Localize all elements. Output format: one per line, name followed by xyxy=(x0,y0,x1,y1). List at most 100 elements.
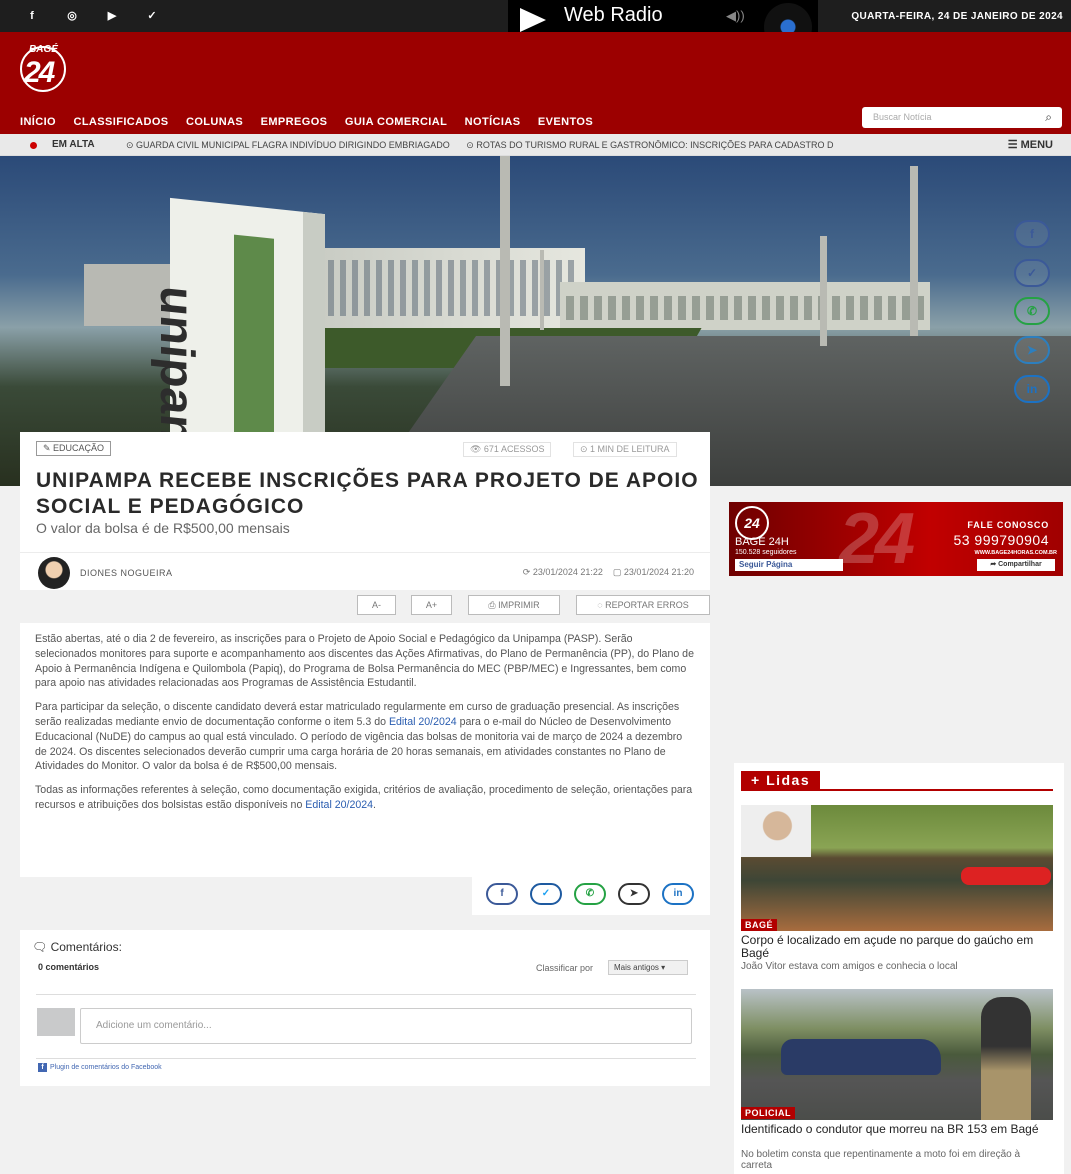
banner-watermark: 24 xyxy=(839,502,915,576)
facebook-icon[interactable]: f xyxy=(24,8,40,24)
search-icon[interactable]: ⌕ xyxy=(1045,110,1052,125)
building xyxy=(560,282,930,330)
facebook-share-icon[interactable]: f xyxy=(486,883,518,905)
category-badge[interactable]: BAGÉ xyxy=(741,919,778,931)
trending-label: EM ALTA xyxy=(52,139,95,150)
article-body: Estão abertas, até o dia 2 de fevereiro,… xyxy=(20,623,710,877)
top-bar: f ◎ ▶ ✓ Web Radio ◀)) QUARTA-FEIRA, 24 D… xyxy=(0,0,1071,51)
nav-inicio[interactable]: INÍCIO xyxy=(20,116,56,128)
article-header: ✎ EDUCAÇÃO 👁 671 ACESSOS ⊙ 1 MIN DE LEIT… xyxy=(20,432,710,590)
facebook-plugin-link[interactable]: f Plugin de comentários do Facebook xyxy=(38,1063,162,1072)
edital-link[interactable]: Edital 20/2024 xyxy=(389,716,457,728)
search-placeholder: Buscar Notícia xyxy=(873,112,932,122)
volume-icon[interactable]: ◀)) xyxy=(726,8,745,24)
most-read-widget: + Lidas BAGÉ Corpo é localizado em açude… xyxy=(734,763,1064,1174)
logo-number: 24 xyxy=(24,56,55,89)
linkedin-share-icon[interactable]: in xyxy=(662,883,694,905)
divider xyxy=(36,1058,696,1059)
utility-pole xyxy=(910,166,918,336)
paragraph-text: . xyxy=(373,798,376,811)
whatsapp-share-icon[interactable]: ✆ xyxy=(1014,297,1050,325)
youtube-icon[interactable]: ▶ xyxy=(104,8,120,24)
font-increase-button[interactable]: A+ xyxy=(411,595,452,615)
play-icon[interactable] xyxy=(520,8,546,32)
nav-guia-comercial[interactable]: GUIA COMERCIAL xyxy=(345,116,447,128)
paragraph: Estão abertas, até o dia 2 de fevereiro,… xyxy=(35,633,694,690)
print-button[interactable]: ⎙ IMPRIMIR xyxy=(468,595,560,615)
current-date: QUARTA-FEIRA, 24 DE JANEIRO DE 2024 xyxy=(851,11,1063,22)
sort-label: Classificar por xyxy=(536,963,594,973)
sort-select[interactable]: Mais antigos ▾ xyxy=(608,960,688,975)
news-thumbnail[interactable] xyxy=(741,989,1053,1120)
nav-classificados[interactable]: CLASSIFICADOS xyxy=(73,116,168,128)
read-time: ⊙ 1 MIN DE LEITURA xyxy=(573,442,677,457)
web-radio-player: Web Radio ◀)) xyxy=(508,0,818,51)
nav-eventos[interactable]: EVENTOS xyxy=(538,116,593,128)
comments-section: 🗨 Comentários: 0 comentários Classificar… xyxy=(20,930,710,1086)
menu-button[interactable]: ☰ MENU xyxy=(1008,138,1053,151)
trending-ticker: EM ALTA ⊙ GUARDA CIVIL MUNICIPAL FLAGRA … xyxy=(0,134,1071,156)
article-subtitle: O valor da bolsa é de R$500,00 mensais xyxy=(36,520,290,536)
utility-pole xyxy=(500,156,510,386)
live-dot-icon xyxy=(30,142,37,149)
report-errors-button[interactable]: ◌ REPORTAR ERROS xyxy=(576,595,710,615)
utility-pole xyxy=(820,236,827,346)
nav-colunas[interactable]: COLUNAS xyxy=(186,116,243,128)
share-bar: f ✓ ✆ ➤ in xyxy=(472,877,710,915)
instagram-icon[interactable]: ◎ xyxy=(64,8,80,24)
facebook-share-icon[interactable]: f xyxy=(1014,220,1050,248)
whatsapp-share-icon[interactable]: ✆ xyxy=(574,883,606,905)
main-nav: INÍCIO CLASSIFICADOS COLUNAS EMPREGOS GU… xyxy=(20,112,606,130)
divider xyxy=(36,994,696,995)
facebook-icon: f xyxy=(38,1063,47,1072)
building xyxy=(320,248,585,328)
twitter-icon[interactable]: ✓ xyxy=(144,8,160,24)
logo-top-text: BAGÉ xyxy=(29,44,58,55)
news-title[interactable]: Corpo é localizado em açude no parque do… xyxy=(741,934,1051,960)
twitter-share-icon[interactable]: ✓ xyxy=(1014,259,1050,287)
banner-followers: 150.528 seguidores xyxy=(735,549,797,556)
comments-count: 0 comentários xyxy=(38,962,100,972)
edital-link[interactable]: Edital 20/2024 xyxy=(305,799,373,811)
rescue-boat xyxy=(961,867,1051,885)
police-car xyxy=(781,1039,941,1075)
comment-input[interactable]: Adicione um comentário... xyxy=(80,1008,692,1044)
ticker-items: ⊙ GUARDA CIVIL MUNICIPAL FLAGRA INDIVÍDU… xyxy=(126,140,976,154)
category-badge[interactable]: POLICIAL xyxy=(741,1107,795,1119)
site-header: BAGÉ 24 INÍCIO CLASSIFICADOS COLUNAS EMP… xyxy=(0,32,1071,134)
category-tag[interactable]: ✎ EDUCAÇÃO xyxy=(36,441,112,456)
author-name[interactable]: DIONES NOGUEIRA xyxy=(80,568,173,578)
divider xyxy=(741,789,1053,791)
author-row: DIONES NOGUEIRA ⟳ 23/01/2024 21:22 ▢ 23/… xyxy=(20,552,710,589)
updated-date: ⟳ 23/01/2024 21:22 xyxy=(522,567,603,577)
site-logo[interactable]: BAGÉ 24 xyxy=(18,42,96,100)
banner-url: WWW.BAGE24HORAS.COM.BR xyxy=(974,550,1058,556)
font-decrease-button[interactable]: A- xyxy=(357,595,396,615)
news-summary: João Vitor estava com amigos e conhecia … xyxy=(741,961,958,972)
news-title[interactable]: Identificado o condutor que morreu na BR… xyxy=(741,1123,1051,1136)
published-date: ▢ 23/01/2024 21:20 xyxy=(612,567,694,577)
facebook-page-banner[interactable]: 24 24 BAGÉ 24H 150.528 seguidores Seguir… xyxy=(729,502,1063,576)
ticker-item[interactable]: ⊙ ROTAS DO TURISMO RURAL E GASTRONÔMICO:… xyxy=(466,140,833,150)
plugin-label: Plugin de comentários do Facebook xyxy=(50,1064,162,1071)
share-page-button[interactable]: ➦ Compartilhar xyxy=(977,559,1055,571)
person-photo xyxy=(741,805,811,857)
twitter-share-icon[interactable]: ✓ xyxy=(530,883,562,905)
telegram-share-icon[interactable]: ➤ xyxy=(618,883,650,905)
telegram-share-icon[interactable]: ➤ xyxy=(1014,336,1050,364)
search-input[interactable]: Buscar Notícia ⌕ xyxy=(862,107,1062,128)
news-summary: No boletim consta que repentinamente a m… xyxy=(741,1149,1021,1171)
linkedin-share-icon[interactable]: in xyxy=(1014,375,1050,403)
news-thumbnail[interactable] xyxy=(741,805,1053,931)
paragraph: Para participar da seleção, o discente c… xyxy=(35,700,694,774)
ticker-item[interactable]: ⊙ GUARDA CIVIL MUNICIPAL FLAGRA INDIVÍDU… xyxy=(126,140,450,150)
nav-noticias[interactable]: NOTÍCIAS xyxy=(465,116,521,128)
author-avatar[interactable] xyxy=(38,557,70,589)
banner-page-name: BAGÉ 24H xyxy=(735,536,789,548)
utility-pole xyxy=(540,250,544,330)
nav-empregos[interactable]: EMPREGOS xyxy=(261,116,328,128)
follow-page-button[interactable]: Seguir Página xyxy=(735,559,843,571)
banner-logo: 24 xyxy=(735,506,769,540)
most-read-title: + Lidas xyxy=(741,771,821,789)
radio-title: Web Radio xyxy=(564,4,663,26)
